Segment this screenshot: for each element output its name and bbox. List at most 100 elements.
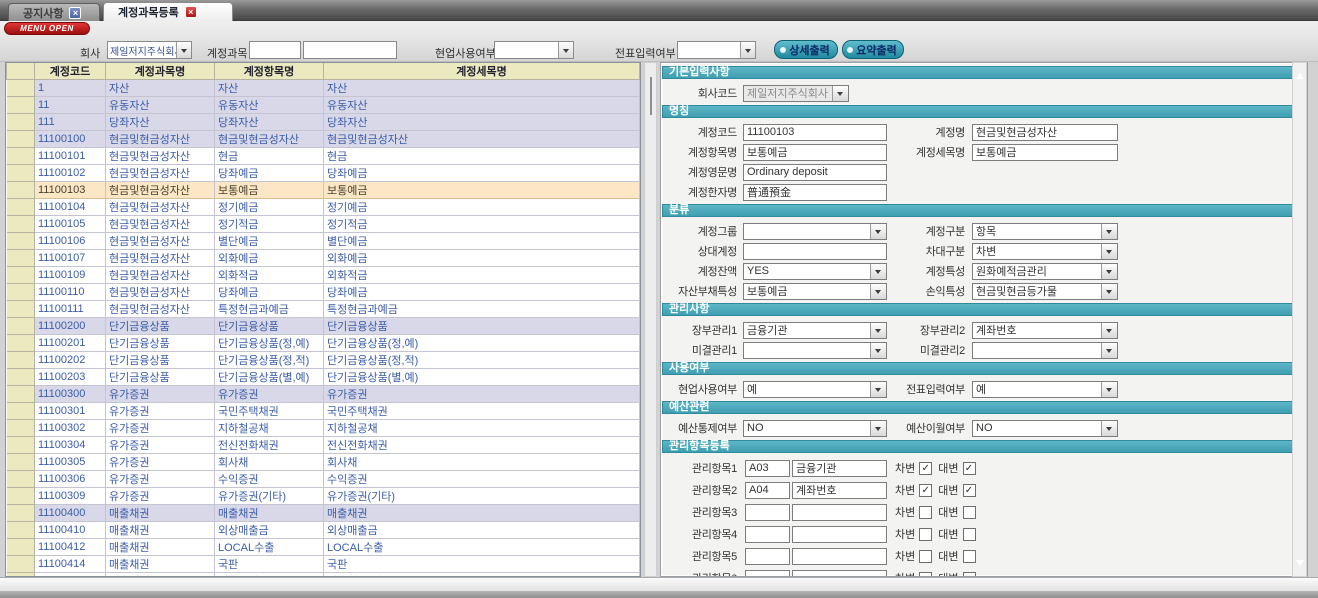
account-code-input[interactable]	[743, 124, 887, 141]
row-selector[interactable]	[7, 352, 35, 369]
cell-account-item[interactable]: 외화예금	[215, 250, 324, 267]
row-selector[interactable]	[7, 437, 35, 454]
cell-account-code[interactable]: 11100305	[35, 454, 106, 471]
cell-account-category[interactable]: 단기금융상품	[106, 352, 215, 369]
cell-account-category[interactable]: 현금및현금성자산	[106, 233, 215, 250]
cell-account-detail[interactable]: LOCAL수출	[324, 539, 640, 556]
close-icon[interactable]: ×	[185, 6, 197, 18]
field-use-select[interactable]: 예	[743, 381, 887, 398]
table-row[interactable]: 11100200단기금융상품단기금융상품단기금융상품	[7, 318, 640, 335]
row-selector[interactable]	[7, 250, 35, 267]
cell-account-detail[interactable]: 보통예금	[324, 182, 640, 199]
cell-account-detail[interactable]: 매출채권	[324, 505, 640, 522]
cell-account-detail[interactable]: 별단예금	[324, 233, 640, 250]
profit-loss-attribute-select[interactable]: 현금및현금등가물	[972, 283, 1118, 300]
cell-account-category[interactable]: 유가증권	[106, 471, 215, 488]
mgmt-item-6-name-input[interactable]	[792, 570, 887, 578]
mgmt-item-5-debit-checkbox[interactable]	[919, 550, 932, 563]
cell-account-code[interactable]: 11100106	[35, 233, 106, 250]
scroll-down-icon[interactable]	[1296, 560, 1304, 570]
cell-account-category[interactable]: 단기금융상품	[106, 369, 215, 386]
cell-account-category[interactable]: 현금및현금성자산	[106, 301, 215, 318]
chevron-down-icon[interactable]	[176, 42, 191, 58]
cell-account-detail[interactable]: 단기금융상품(정,예)	[324, 335, 640, 352]
row-selector[interactable]	[7, 165, 35, 182]
mgmt-item-1-code-input[interactable]	[745, 460, 790, 477]
table-row[interactable]: 11100100현금및현금성자산현금및현금성자산현금및현금성자산	[7, 131, 640, 148]
row-selector[interactable]	[7, 216, 35, 233]
table-row[interactable]: 11100203단기금융상품단기금융상품(별,예)단기금융상품(별,예)	[7, 369, 640, 386]
cell-account-code[interactable]: 11100300	[35, 386, 106, 403]
cell-account-item[interactable]: 당좌예금	[215, 165, 324, 182]
cell-account-item[interactable]: 보통예금	[215, 182, 324, 199]
chevron-down-icon[interactable]	[870, 343, 886, 358]
cell-account-item[interactable]: 정기적금	[215, 216, 324, 233]
chevron-down-icon[interactable]	[1101, 244, 1117, 259]
cell-account-detail[interactable]: 단기금융상품(정,적)	[324, 352, 640, 369]
ledger-mgmt1-select[interactable]: 금융기관	[743, 322, 887, 339]
cell-account-code[interactable]: 11100200	[35, 318, 106, 335]
row-selector[interactable]	[7, 454, 35, 471]
cell-account-category[interactable]: 유동자산	[106, 97, 215, 114]
cell-account-code[interactable]: 1	[35, 80, 106, 97]
cell-account-code[interactable]: 11100202	[35, 352, 106, 369]
row-selector[interactable]	[7, 539, 35, 556]
cell-account-detail[interactable]: 단기금융상품(별,예)	[324, 369, 640, 386]
cell-account-item[interactable]: 단기금융상품(정,예)	[215, 335, 324, 352]
cell-account-category[interactable]: 매출채권	[106, 522, 215, 539]
chevron-down-icon[interactable]	[1101, 382, 1117, 397]
grid-scrollbar[interactable]	[644, 62, 657, 577]
cell-account-detail[interactable]: 단기금융상품	[324, 318, 640, 335]
cell-account-item[interactable]: 유가증권(기타)	[215, 488, 324, 505]
ledger-mgmt2-select[interactable]: 계좌번호	[972, 322, 1118, 339]
cell-account-detail[interactable]: 유가증권	[324, 386, 640, 403]
table-row[interactable]: 11100103현금및현금성자산보통예금보통예금	[7, 182, 640, 199]
table-row[interactable]: 11100412매출채권LOCAL수출LOCAL수출	[7, 539, 640, 556]
mgmt-item-2-credit-checkbox[interactable]: ✓	[963, 484, 976, 497]
cell-account-item[interactable]: 외상매출금	[215, 522, 324, 539]
row-selector[interactable]	[7, 182, 35, 199]
account-english-name-input[interactable]	[743, 164, 887, 181]
cell-account-category[interactable]: 유가증권	[106, 420, 215, 437]
panel-scrollbar[interactable]	[1292, 62, 1307, 577]
scroll-up-icon[interactable]	[1296, 69, 1304, 79]
table-row[interactable]: 11100111현금및현금성자산특정현금과예금특정현금과예금	[7, 301, 640, 318]
chevron-down-icon[interactable]	[1101, 323, 1117, 338]
cell-account-item[interactable]: 특정현금과예금	[215, 301, 324, 318]
open-item-mgmt1-select[interactable]	[743, 342, 887, 359]
account-group-select[interactable]	[743, 223, 887, 240]
table-row[interactable]: 11100105현금및현금성자산정기적금정기적금	[7, 216, 640, 233]
account-item-name-input[interactable]	[743, 144, 887, 161]
cell-account-detail[interactable]: 전신전화채권	[324, 437, 640, 454]
row-selector[interactable]	[7, 556, 35, 573]
chevron-down-icon[interactable]	[870, 382, 886, 397]
table-row[interactable]: 11100101현금및현금성자산현금현금	[7, 148, 640, 165]
cell-account-item[interactable]: 현금및현금성자산	[215, 131, 324, 148]
mgmt-item-3-name-input[interactable]	[792, 504, 887, 521]
cell-account-code[interactable]: 11100103	[35, 182, 106, 199]
cell-account-item[interactable]: 별단예금	[215, 233, 324, 250]
cell-account-category[interactable]: 단기금융상품	[106, 335, 215, 352]
cell-account-category[interactable]: 현금및현금성자산	[106, 131, 215, 148]
chevron-down-icon[interactable]	[1101, 284, 1117, 299]
cell-account-detail[interactable]: 외화예금	[324, 250, 640, 267]
cell-account-detail[interactable]: 수익증권	[324, 471, 640, 488]
mgmt-item-3-debit-checkbox[interactable]	[919, 506, 932, 519]
mgmt-item-4-credit-checkbox[interactable]	[963, 528, 976, 541]
row-selector[interactable]	[7, 114, 35, 131]
row-selector[interactable]	[7, 301, 35, 318]
chevron-down-icon[interactable]	[558, 42, 573, 58]
cell-account-code[interactable]: 11100110	[35, 284, 106, 301]
cell-account-detail[interactable]: 유동자산	[324, 97, 640, 114]
cell-account-code[interactable]: 11100105	[35, 216, 106, 233]
cell-account-item[interactable]: 국판	[215, 556, 324, 573]
mgmt-item-4-name-input[interactable]	[792, 526, 887, 543]
cell-account-item[interactable]: 자산	[215, 80, 324, 97]
cell-account-category[interactable]: 유가증권	[106, 488, 215, 505]
cell-account-item[interactable]: 현금	[215, 148, 324, 165]
mgmt-item-2-code-input[interactable]	[745, 482, 790, 499]
account-balance-select[interactable]: YES	[743, 263, 887, 280]
cell-account-detail[interactable]: 국판	[324, 556, 640, 573]
cell-account-item[interactable]: 유동자산	[215, 97, 324, 114]
cell-account-item[interactable]: 단기금융상품	[215, 318, 324, 335]
